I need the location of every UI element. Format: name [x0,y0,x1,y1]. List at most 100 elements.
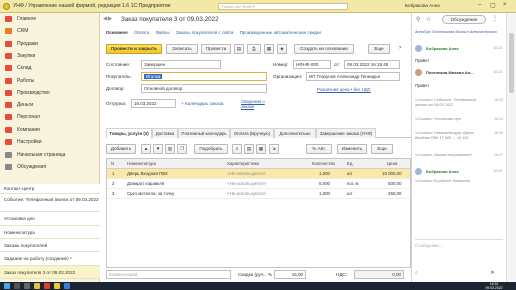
tab-payment-calendar[interactable]: Платежный календарь [178,128,230,138]
post-status-icon[interactable]: ▤ [234,44,244,54]
scrollbar-thumb[interactable] [509,33,514,93]
add-row-button[interactable]: Добавить [106,144,136,154]
move-up-icon[interactable]: ▲ [141,144,151,154]
grid-export-icon[interactable]: ⇲ [269,144,279,154]
post-button[interactable]: Провести [201,44,231,54]
send-icon[interactable]: ➤ [490,269,495,276]
date-field[interactable]: 09.03.2022 16:19:48 [344,60,400,69]
order-calendar-link[interactable]: + Календарь заказа [181,101,223,106]
tab-delivery[interactable]: Доставка [152,128,178,138]
order-info-link[interactable]: Сведения о заказе [241,99,271,109]
save-button[interactable]: Записать [166,44,198,54]
vat-field: 0,00 [354,270,404,279]
number-field[interactable]: НФНФ-000 [293,60,331,69]
sidebar-item-staff[interactable]: Персонал [0,111,100,123]
search-taskbar-icon[interactable] [14,283,20,289]
close-icon[interactable]: × [503,2,507,8]
open-window-work-task[interactable]: Задание на работу (создание) * [0,252,100,266]
tab-main[interactable]: Основное [106,30,128,35]
open-window-customer-orders[interactable]: Заказы покупателей [0,239,100,252]
print-icon[interactable]: ⎙ [247,44,261,54]
copy-rows-icon[interactable]: ❐ [177,144,187,154]
column-header-quantity[interactable]: Количество [312,161,335,166]
explorer-icon[interactable] [34,283,40,289]
select-items-button[interactable]: Подобрать [194,144,228,154]
link-icon[interactable]: ⚲ [416,16,420,23]
tab-payment-manual[interactable]: Оплата (Вручную) [230,128,274,138]
open-window-current-order[interactable]: Заказ покупателя 3 от 09.03.2022 [0,266,100,279]
tab-order-completion[interactable]: Завершение заказа (УНФ) [316,128,376,138]
discount-field[interactable]: 15,00 [274,270,306,279]
maximize-icon[interactable]: ▢ [490,2,496,9]
back-arrow-icon[interactable]: ◀ [103,16,107,22]
open-window-call-event[interactable]: Событие: Телефонный звонок от 09.03.2022 [0,194,100,212]
column-header-nomenclature[interactable]: Номенклатура [127,161,156,166]
price-type-link[interactable]: Розничная цена • без НДС [317,87,371,92]
help-icon[interactable]: ? [395,44,405,54]
sidebar-item-production[interactable]: Производство [0,87,100,99]
grid-menu-icon[interactable]: ≡ [232,144,242,154]
onec-app-icon[interactable] [54,283,60,289]
table-row[interactable]: 2 Домкрат каравеля <Не используется> 5,0… [107,179,410,189]
clock[interactable]: 16:32 09.03.2022 [484,282,504,290]
open-window-nomenclature[interactable]: Номенклатура [0,226,100,239]
move-down-icon[interactable]: ▼ [153,144,163,154]
sidebar-item-settings[interactable]: Настройки [0,136,100,148]
tab-additional[interactable]: Дополнительно [274,128,316,138]
sidebar-item-sales[interactable]: Продажи [0,38,100,50]
tab-payment[interactable]: Оплата [134,30,149,35]
user-name[interactable]: Бобракова Анна [405,3,440,8]
tab-site-orders[interactable]: Заказы покупателей с сайта [176,30,233,35]
organization-field[interactable]: ИП Глазунов Александр Геннадье [306,72,400,81]
browser-icon[interactable] [44,283,50,289]
table-row[interactable]: 1 Дверь Входная ПВХ <Не используется> 1,… [107,169,410,179]
customer-field[interactable]: Иголка [141,72,267,81]
start-icon[interactable] [4,283,10,289]
message-input[interactable]: Сообщение... [415,243,443,248]
scrollbar[interactable] [506,13,516,282]
attach-icon[interactable]: ▦ [264,44,274,54]
comment-field[interactable]: Комментарий [106,270,231,279]
sidebar-item-discussions[interactable]: Обсуждения [0,161,100,173]
barcode-icon[interactable]: ▥ [165,144,175,154]
search-input[interactable]: Поиск Ctrl+Shift+F [218,3,348,10]
sidebar-item-main[interactable]: Главное [0,13,100,25]
star-icon[interactable]: ☆ [426,16,431,23]
forward-arrow-icon[interactable]: ▶ [108,16,112,22]
column-header-price[interactable]: Цена [387,161,397,166]
mail-icon[interactable] [64,283,70,289]
sidebar-item-warehouse[interactable]: Склад [0,62,100,74]
sidebar-item-purchases[interactable]: Закупки [0,50,100,62]
minimize-icon[interactable]: – [478,2,481,8]
grid-more-button[interactable]: Еще [371,144,393,154]
related-docs-icon[interactable]: ◈ [277,44,287,54]
more-menu-icon[interactable]: ⋮ [492,15,498,22]
attach-icon[interactable]: ⌕ [415,270,418,276]
post-and-close-button[interactable]: Провести и закрыть [106,44,162,54]
tab-files[interactable]: Файлы [156,30,170,35]
tab-auto-discounts[interactable]: Произведенные автоматические скидки [240,30,321,35]
change-button[interactable]: Изменить [337,144,367,154]
auto-discount-button[interactable]: % Авт. [306,144,332,154]
grid-extra-icon[interactable]: ▦ [256,144,266,154]
sidebar-item-money[interactable]: Деньги [0,99,100,111]
shipment-date-field[interactable]: 16.03.2022 [131,99,176,108]
discussion-button[interactable]: Обсуждение [442,15,486,24]
contract-field[interactable]: Основной договор [141,84,267,93]
table-row[interactable]: 3 Срез металла, за точку <Не используетс… [107,189,410,199]
open-window-contact-center[interactable]: Контакт-центр [0,184,100,194]
sidebar-item-crm[interactable]: CRM [0,25,100,37]
sidebar-item-start-page[interactable]: Начальная страница [0,149,100,161]
sidebar-item-company[interactable]: Компания [0,124,100,136]
task-view-icon[interactable] [24,283,30,289]
grid-option-icon[interactable]: ▤ [244,144,254,154]
column-header-characteristic[interactable]: Характеристика [227,161,259,166]
open-window-price-setting[interactable]: Установка цен [0,212,100,226]
create-based-on-button[interactable]: Создать на основании [294,44,354,54]
column-header-n[interactable]: N [111,161,114,166]
column-header-unit[interactable]: Ед. [347,161,354,166]
more-button[interactable]: Еще [368,44,390,54]
state-field[interactable]: Завершен [141,60,221,69]
sidebar-item-works[interactable]: Работы [0,75,100,87]
tab-goods-services[interactable]: Товары, услуги (3) [106,128,152,138]
